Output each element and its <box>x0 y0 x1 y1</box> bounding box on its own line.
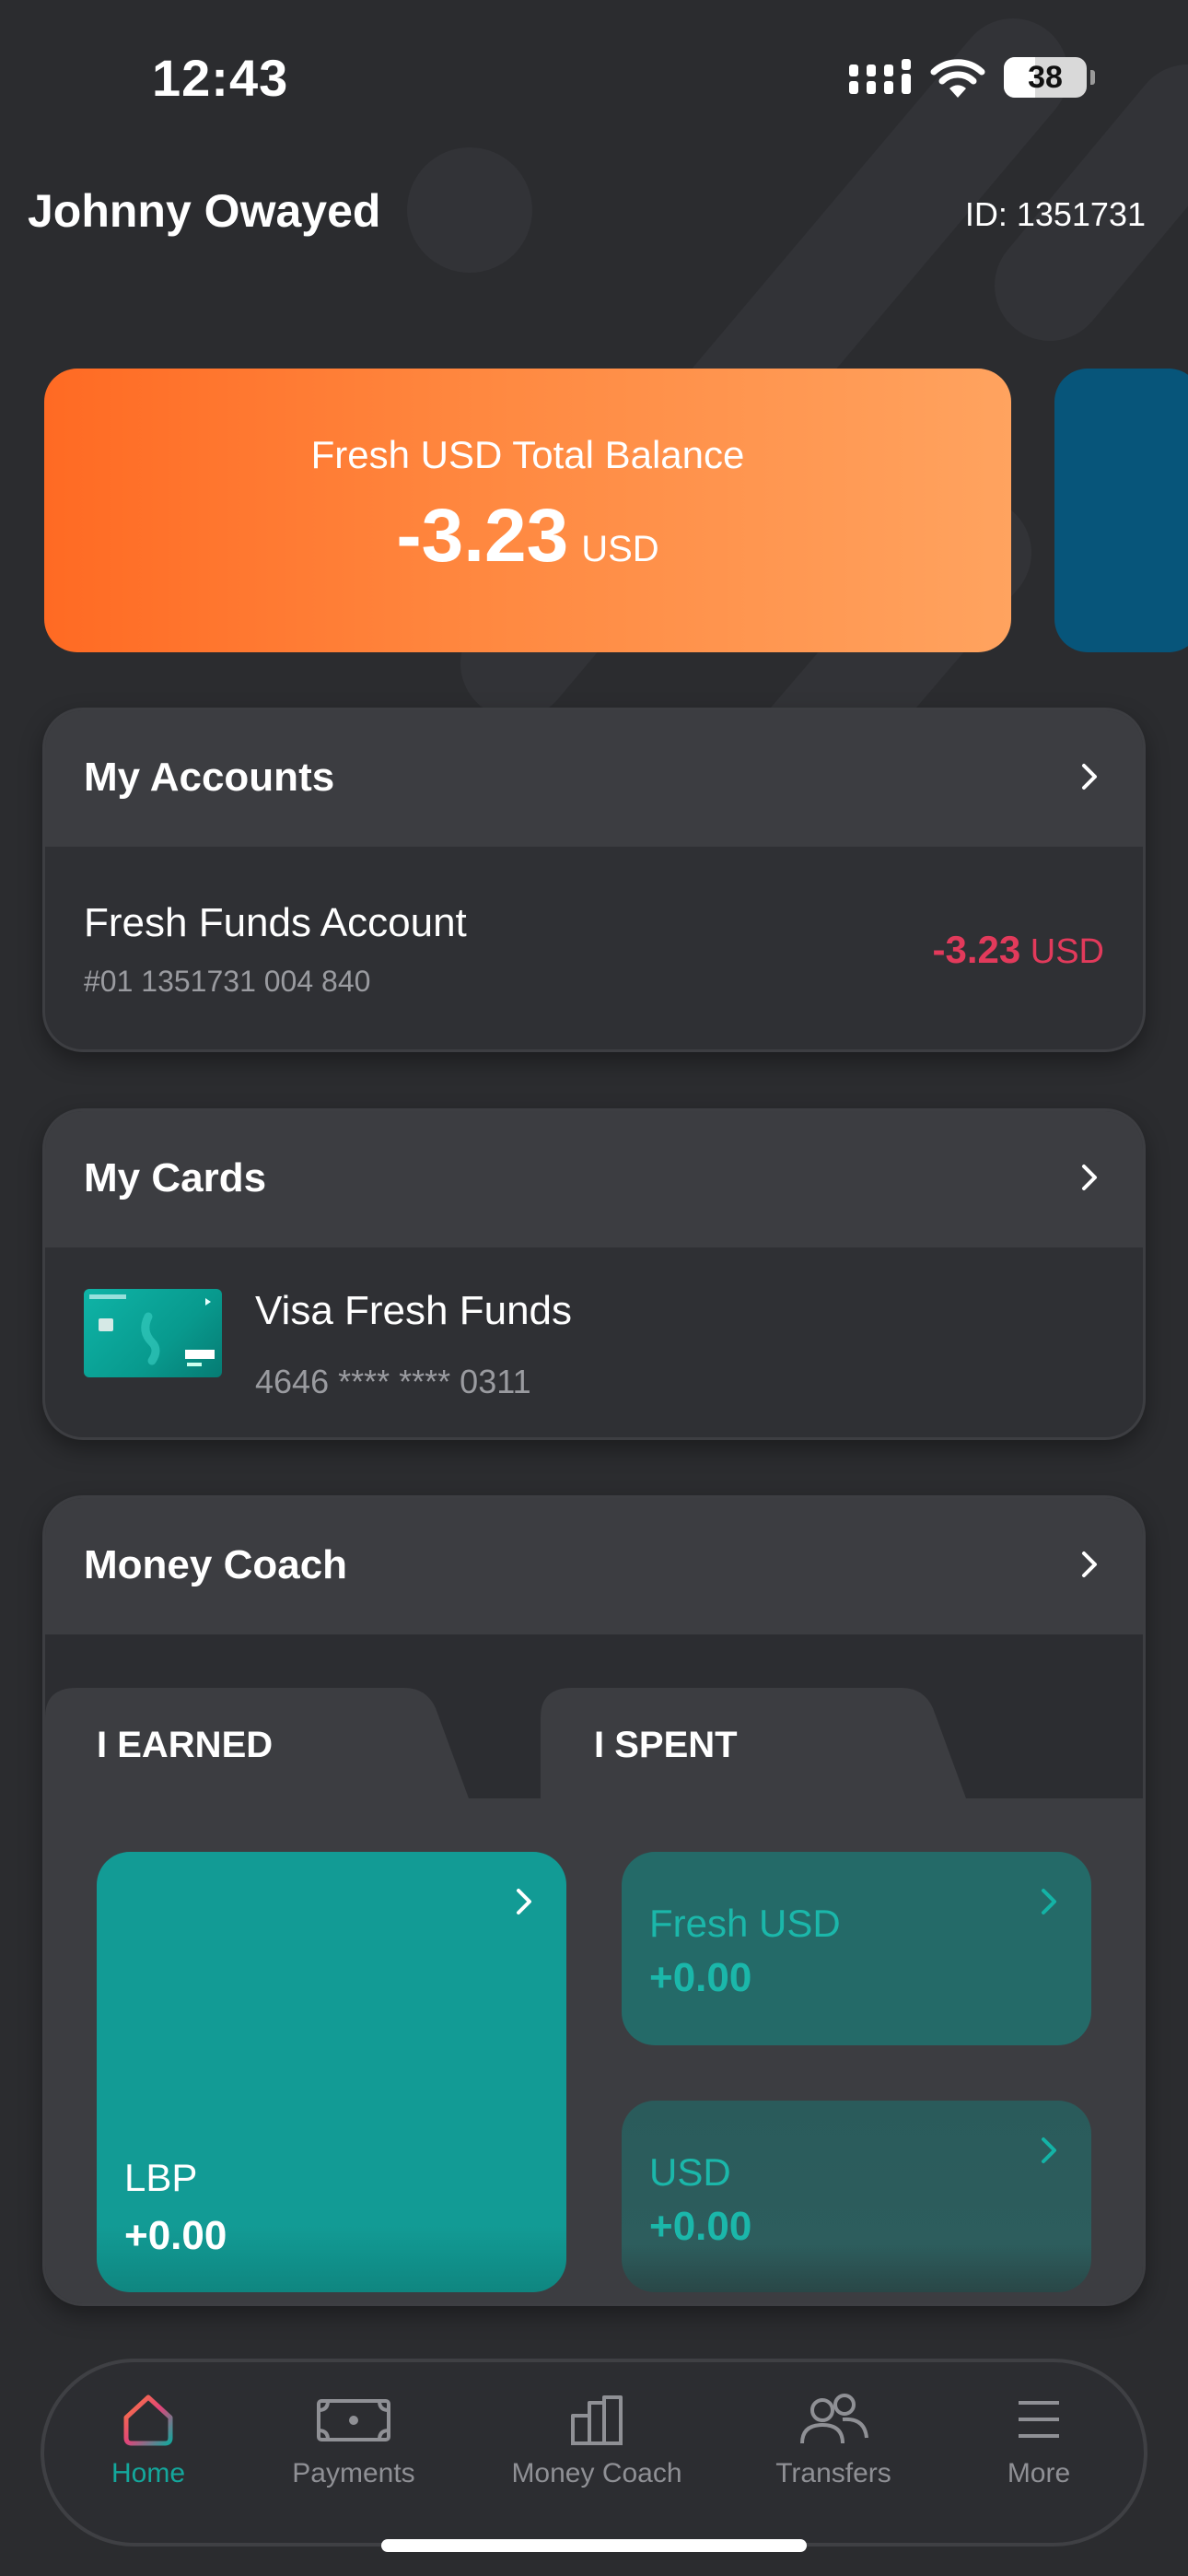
menu-icon <box>1019 2401 1059 2438</box>
account-row[interactable]: Fresh Funds Account #01 1351731 004 840 … <box>45 847 1143 1049</box>
battery-icon: 38 <box>1004 57 1095 98</box>
tile-lbp[interactable]: LBP +0.00 <box>97 1852 566 2292</box>
chevron-right-icon <box>1042 2137 1056 2163</box>
accounts-panel: My Accounts Fresh Funds Account #01 1351… <box>42 708 1146 1052</box>
card-name: Visa Fresh Funds <box>255 1288 573 1333</box>
money-coach-body: LBP +0.00 Fresh USD +0.00 USD +0.00 <box>45 1798 1143 2303</box>
accounts-header[interactable]: My Accounts <box>45 710 1143 847</box>
account-balance: -3.23 USD <box>932 928 1104 972</box>
nav-home-label: Home <box>111 2458 186 2488</box>
nav-money-coach[interactable]: Money Coach <box>495 2390 698 2489</box>
nav-transfers[interactable]: Transfers <box>732 2390 935 2489</box>
nav-money-coach-label: Money Coach <box>511 2458 682 2488</box>
chevron-right-icon <box>1082 1551 1097 1577</box>
battery-level: 38 <box>1028 59 1063 95</box>
users-icon <box>800 2394 868 2444</box>
bottom-navigation: Home Payments Money Coach Transfers More <box>41 2359 1147 2547</box>
status-time: 12:43 <box>152 49 289 107</box>
cellular-signal-icon <box>849 59 911 94</box>
tile-usd-label: USD <box>649 2150 731 2194</box>
balance-label: Fresh USD Total Balance <box>310 433 745 476</box>
status-bar: 12:43 38 <box>0 0 1188 161</box>
card-row[interactable]: Visa Fresh Funds 4646 **** **** 0311 <box>45 1247 1143 1437</box>
balance-amount: -3.23 <box>396 494 569 578</box>
money-coach-title: Money Coach <box>84 1542 348 1587</box>
wifi-icon <box>930 59 985 98</box>
nav-payments-label: Payments <box>292 2458 415 2488</box>
money-coach-panel: Money Coach I EARNED I SPENT LBP +0.00 F… <box>42 1495 1146 2306</box>
tab-shapes <box>45 1688 966 1798</box>
home-indicator[interactable] <box>381 2539 807 2552</box>
account-balance-currency: USD <box>1030 932 1104 971</box>
chevron-right-icon <box>1042 1889 1056 1914</box>
account-number: #01 1351731 004 840 <box>84 965 371 998</box>
cards-title: My Cards <box>84 1155 267 1200</box>
nav-more-label: More <box>1007 2458 1071 2488</box>
balance-currency: USD <box>581 529 659 569</box>
chevron-right-icon <box>1082 1165 1097 1190</box>
banknote-icon <box>317 2399 390 2441</box>
card-art <box>89 1294 215 1366</box>
accounts-title: My Accounts <box>84 755 335 800</box>
cards-panel: My Cards Visa Fresh Funds 4646 **** ****… <box>42 1108 1146 1440</box>
chevron-right-icon <box>1082 764 1097 790</box>
tile-usd-value: +0.00 <box>649 2204 752 2249</box>
next-balance-card[interactable] <box>1054 369 1188 652</box>
account-name: Fresh Funds Account <box>84 900 467 945</box>
money-coach-header[interactable]: Money Coach <box>45 1498 1143 1634</box>
bar-chart-icon <box>571 2395 623 2445</box>
balance-value: -3.23 USD <box>44 493 1011 580</box>
tile-lbp-label: LBP <box>124 2156 198 2199</box>
tab-i-spent[interactable]: I SPENT <box>594 1725 738 1766</box>
card-number: 4646 **** **** 0311 <box>255 1363 531 1400</box>
tile-usd[interactable]: USD +0.00 <box>622 2101 1091 2292</box>
nav-home[interactable]: Home <box>47 2390 250 2489</box>
user-name: Johnny Owayed <box>28 185 381 237</box>
cards-header[interactable]: My Cards <box>45 1111 1143 1247</box>
user-id: ID: 1351731 <box>964 195 1146 233</box>
nav-payments[interactable]: Payments <box>252 2390 455 2489</box>
tile-lbp-value: +0.00 <box>124 2213 227 2258</box>
status-icons: 38 <box>849 57 1095 98</box>
tile-fresh-usd-label: Fresh USD <box>649 1902 841 1945</box>
chevron-right-icon <box>517 1889 531 1914</box>
tab-i-earned[interactable]: I EARNED <box>97 1725 273 1766</box>
tile-fresh-usd[interactable]: Fresh USD +0.00 <box>622 1852 1091 2045</box>
balance-card[interactable]: Fresh USD Total Balance -3.23 USD <box>44 369 1011 652</box>
nav-transfers-label: Transfers <box>775 2458 891 2488</box>
card-thumbnail <box>84 1289 222 1377</box>
nav-more[interactable]: More <box>938 2390 1140 2489</box>
tile-fresh-usd-value: +0.00 <box>649 1955 752 2000</box>
account-balance-amount: -3.23 <box>932 928 1021 971</box>
money-coach-tabs: I EARNED I SPENT <box>45 1634 1143 1798</box>
home-icon <box>123 2395 173 2446</box>
